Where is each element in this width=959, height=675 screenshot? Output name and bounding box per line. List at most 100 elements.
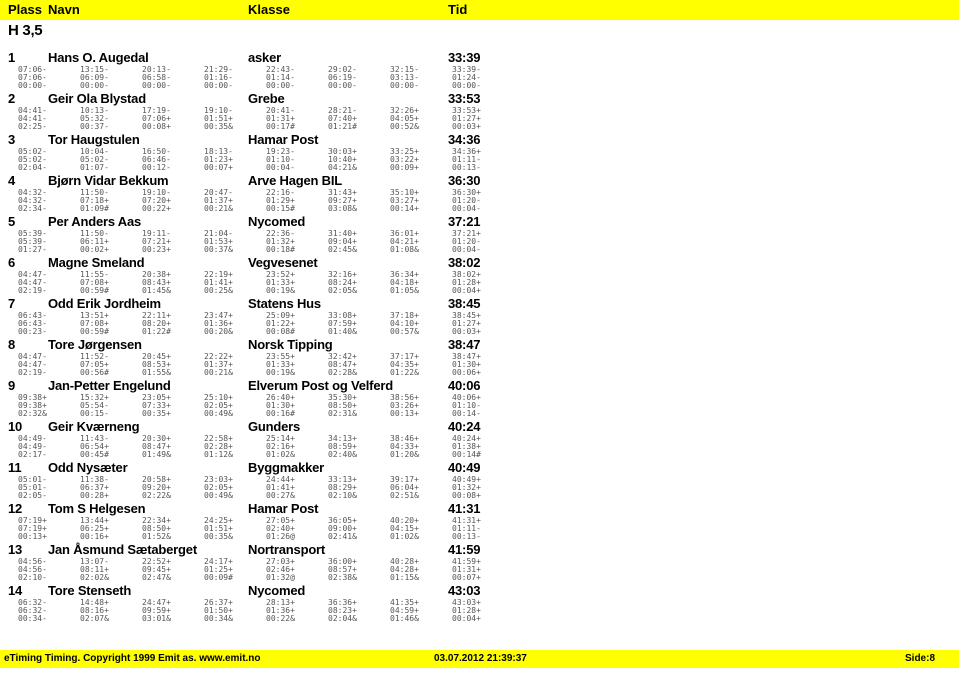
result-class: asker [248, 50, 281, 65]
result-entry: 1 Hans O. Augedal asker 33:39 07:06- 13:15- 20… [0, 50, 959, 91]
result-name: Odd Nysæter [48, 460, 128, 475]
result-entry: 13 Jan Åsmund Sætaberget Nortransport 41:59… [0, 542, 959, 583]
split-time-value: 01:15& [390, 573, 419, 583]
split-time-value: 00:14# [452, 450, 481, 460]
result-name: Tore Stenseth [48, 583, 132, 598]
split-times-block: 09:38+ 15:32+ 23:05+ 25:10+ 26:40+ 35:30+ 38:5… [0, 393, 959, 419]
results-list: 1 Hans O. Augedal asker 33:39 07:06- 13:15- 20… [0, 50, 959, 624]
split-time-value: 02:45& [328, 245, 357, 255]
split-time-value: 00:37& [204, 245, 233, 255]
split-time-value: 01:22& [390, 368, 419, 378]
split-time-value: 02:25- [18, 122, 47, 132]
split-time-value: 02:07& [80, 614, 109, 624]
split-time-value: 01:07- [80, 163, 109, 173]
split-time-value: 03:08& [328, 204, 357, 214]
split-time-value: 00:03+ [452, 327, 481, 337]
result-name: Jan-Petter Engelund [48, 378, 171, 393]
split-time-value: 02:41& [328, 532, 357, 542]
split-time-value: 00:00- [18, 81, 47, 91]
result-total-time: 41:59 [448, 542, 481, 557]
split-time-value: 00:35& [204, 532, 233, 542]
result-name: Tor Haugstulen [48, 132, 140, 147]
split-time-value: 00:00- [204, 81, 233, 91]
split-time-value: 00:35+ [142, 409, 171, 419]
split-time-value: 02:05- [18, 491, 47, 501]
split-time-value: 00:35& [204, 122, 233, 132]
result-class: Statens Hus [248, 296, 321, 311]
split-time-value: 00:00- [328, 81, 357, 91]
result-class: Vegvesenet [248, 255, 318, 270]
split-times-block: 07:06- 13:15- 20:13- 21:29- 22:43- 29:02- 32:1… [0, 65, 959, 91]
split-time-value: 00:08# [266, 327, 295, 337]
split-time-value: 02:51& [390, 491, 419, 501]
result-name: Hans O. Augedal [48, 50, 149, 65]
result-entry: 9 Jan-Petter Engelund Elverum Post og Velf… [0, 378, 959, 419]
result-total-time: 43:03 [448, 583, 481, 598]
split-time-value: 01:22# [142, 327, 171, 337]
split-time-value: 00:04- [266, 163, 295, 173]
split-time-value: 02:04- [18, 163, 47, 173]
result-class: Hamar Post [248, 501, 319, 516]
result-rank: 5 [8, 214, 16, 229]
split-time-value: 00:09+ [390, 163, 419, 173]
split-time-value: 02:22& [142, 491, 171, 501]
result-total-time: 38:47 [448, 337, 481, 352]
split-time-value: 00:02+ [80, 245, 109, 255]
split-times-block: 04:32- 11:50- 19:10- 20:47- 22:16- 31:43+ 35:1… [0, 188, 959, 214]
result-entry: 4 Bjørn Vidar Bekkum Arve Hagen BIL 36:30 04… [0, 173, 959, 214]
result-rank: 13 [8, 542, 23, 557]
split-time-value: 00:18# [266, 245, 295, 255]
result-class: Hamar Post [248, 132, 319, 147]
split-time-value: 00:59# [80, 327, 109, 337]
split-time-value: 00:14- [452, 409, 481, 419]
result-name: Geir Ola Blystad [48, 91, 146, 106]
split-line-difference: 02:10- 02:02& 02:47& 00:09# 01:32@ 02:38& 01:1… [18, 574, 959, 582]
result-total-time: 38:02 [448, 255, 481, 270]
split-time-value: 00:08+ [452, 491, 481, 501]
split-time-value: 00:08+ [142, 122, 171, 132]
split-line-difference: 02:19- 00:59# 01:45& 00:25& 00:19& 02:05& 01:0… [18, 287, 959, 295]
result-name: Jan Åsmund Sætaberget [48, 542, 197, 557]
split-line-difference: 02:19- 00:56# 01:55& 00:21& 00:19& 02:28& 01:2… [18, 369, 959, 377]
footer-copyright: eTiming Timing. Copyright 1999 Emit as. … [4, 653, 261, 664]
result-total-time: 34:36 [448, 132, 481, 147]
split-time-value: 01:05& [390, 286, 419, 296]
split-time-value: 00:22& [266, 614, 295, 624]
split-times-block: 05:39- 11:50- 19:11- 21:04- 22:36- 31:40+ 36:0… [0, 229, 959, 255]
split-time-value: 00:13+ [18, 532, 47, 542]
result-name: Tore Jørgensen [48, 337, 142, 352]
result-entry: 11 Odd Nysæter Byggmakker 40:49 05:01- 11:38-… [0, 460, 959, 501]
result-total-time: 40:49 [448, 460, 481, 475]
split-time-value: 00:12- [142, 163, 171, 173]
footer-datetime: 03.07.2012 21:39:37 [434, 653, 527, 664]
split-time-value: 02:28& [328, 368, 357, 378]
split-time-value: 00:23+ [142, 245, 171, 255]
split-time-value: 02:17- [18, 450, 47, 460]
split-time-value: 00:34& [204, 614, 233, 624]
result-entry: 6 Magne Smeland Vegvesenet 38:02 04:47- 11:55… [0, 255, 959, 296]
result-name: Geir Kværneng [48, 419, 140, 434]
result-total-time: 40:24 [448, 419, 481, 434]
split-time-value: 02:31& [328, 409, 357, 419]
split-time-value: 00:07+ [204, 163, 233, 173]
column-header-plass: Plass [8, 2, 42, 17]
result-entry: 2 Geir Ola Blystad Grebe 33:53 04:41- 10:13- 1… [0, 91, 959, 132]
split-line-difference: 02:25- 00:37- 00:08+ 00:35& 00:17# 01:21# 00:5… [18, 123, 959, 131]
split-line-difference: 02:04- 01:07- 00:12- 00:07+ 00:04- 04:21& 00:0… [18, 164, 959, 172]
split-line-difference: 00:13+ 00:16+ 01:52& 00:35& 01:26@ 02:41& 01:0… [18, 533, 959, 541]
result-name: Bjørn Vidar Bekkum [48, 173, 169, 188]
split-time-value: 00:20& [204, 327, 233, 337]
split-time-value: 00:13- [452, 163, 481, 173]
split-time-value: 00:00- [452, 81, 481, 91]
split-time-value: 00:04+ [452, 286, 481, 296]
footer-bar: eTiming Timing. Copyright 1999 Emit as. … [0, 650, 959, 668]
split-time-value: 00:04- [452, 204, 481, 214]
split-time-value: 01:09# [80, 204, 109, 214]
split-time-value: 00:00- [266, 81, 295, 91]
split-time-value: 00:06+ [452, 368, 481, 378]
split-time-value: 00:00- [390, 81, 419, 91]
split-time-value: 00:13- [452, 532, 481, 542]
result-rank: 1 [8, 50, 16, 65]
split-line-difference: 02:32& 00:15- 00:35+ 00:49& 00:16# 02:31& 00:1… [18, 410, 959, 418]
split-time-value: 00:37- [80, 122, 109, 132]
